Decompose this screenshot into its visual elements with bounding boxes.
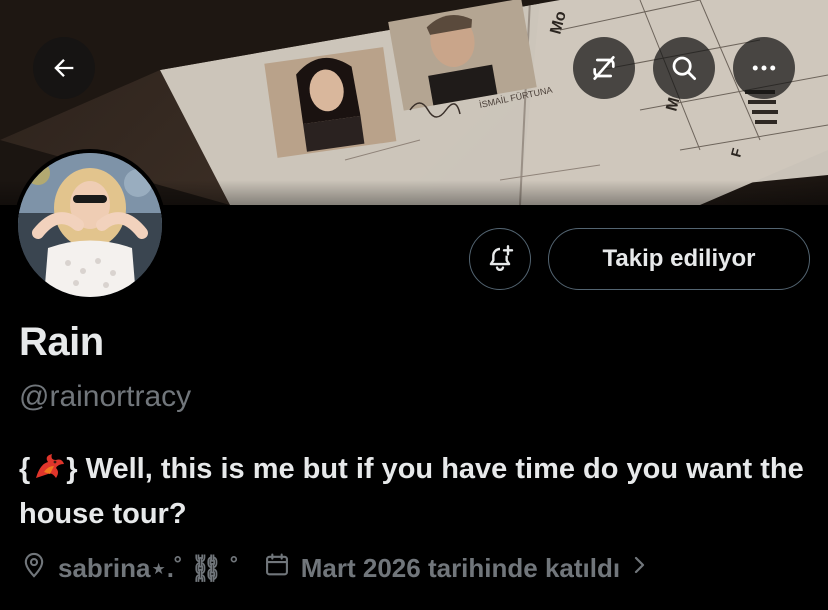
profile-bio: { } Well, this is me but if you have tim…	[19, 447, 819, 537]
following-button[interactable]: Takip ediliyor	[548, 228, 810, 290]
bell-plus-icon	[489, 245, 514, 272]
back-button[interactable]	[33, 37, 95, 99]
bio-prefix: {	[19, 453, 31, 485]
more-icon	[752, 65, 776, 71]
notifications-button[interactable]	[469, 228, 531, 290]
search-icon	[672, 56, 696, 80]
bio-text: } Well, this is me but if you have time …	[19, 453, 804, 530]
profile-joined-date[interactable]: Mart 2026 tarihinde katıldı	[301, 553, 620, 584]
reposts-toggle-button[interactable]	[573, 37, 635, 99]
profile-meta: sabrina⋆.˚ ⛓ ˚ Mart 2026 tarihinde katıl…	[20, 548, 660, 588]
avatar[interactable]	[14, 149, 166, 301]
arrow-left-icon	[54, 59, 74, 77]
search-button[interactable]	[653, 37, 715, 99]
chevron-right-icon[interactable]	[630, 553, 650, 584]
profile-location: sabrina⋆.˚ ⛓ ˚	[58, 552, 239, 583]
phoenix-emoji-icon	[36, 454, 65, 478]
user-handle: @rainortracy	[19, 380, 192, 413]
display-name: Rain	[19, 320, 104, 364]
more-button[interactable]	[733, 37, 795, 99]
repost-slash-icon	[593, 56, 615, 80]
avatar-image	[18, 153, 162, 297]
following-button-label: Takip ediliyor	[602, 245, 756, 272]
calendar-icon	[263, 551, 291, 586]
location-pin-icon	[20, 551, 48, 586]
